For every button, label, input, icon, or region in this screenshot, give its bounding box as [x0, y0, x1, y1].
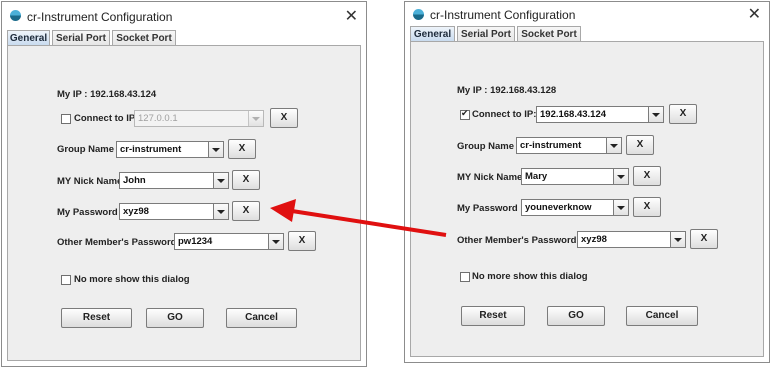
connect-to-ip-checkbox[interactable] — [460, 108, 470, 120]
chevron-down-icon[interactable] — [208, 142, 223, 157]
password-clear-button[interactable]: X — [232, 201, 260, 221]
connect-ip-value: 127.0.0.1 — [138, 113, 178, 124]
tab-socket-port[interactable]: Socket Port — [112, 30, 176, 45]
chevron-down-icon[interactable] — [213, 173, 228, 188]
other-password-clear-button[interactable]: X — [288, 231, 316, 251]
connect-ip-combo[interactable]: 192.168.43.124 — [536, 106, 664, 123]
cancel-button[interactable]: Cancel — [626, 306, 698, 326]
other-password-combo[interactable]: xyz98 — [577, 231, 686, 248]
password-label: My Password : — [457, 203, 524, 214]
chevron-down-icon[interactable] — [213, 204, 228, 219]
window-title: cr-Instrument Configuration — [27, 10, 173, 24]
my-ip-caption: My IP : — [57, 89, 88, 100]
no-more-show-label: No more show this dialog — [74, 274, 190, 285]
tab-serial-port[interactable]: Serial Port — [457, 26, 515, 41]
tab-socket-port[interactable]: Socket Port — [517, 26, 581, 41]
chevron-down-icon[interactable] — [670, 232, 685, 247]
reset-button[interactable]: Reset — [461, 306, 525, 326]
cancel-button[interactable]: Cancel — [226, 308, 297, 328]
app-logo-icon — [10, 10, 21, 21]
password-clear-button[interactable]: X — [633, 197, 661, 217]
password-value: youneverknow — [525, 202, 592, 213]
config-dialog-left: cr-Instrument Configuration ✕ General Se… — [1, 1, 367, 367]
group-name-value: cr-instrument — [520, 140, 582, 151]
connect-to-ip-label: Connect to IP: — [74, 113, 139, 124]
chevron-down-icon[interactable] — [613, 169, 628, 184]
go-button[interactable]: GO — [146, 308, 204, 328]
other-password-value: xyz98 — [581, 234, 607, 245]
connect-to-ip-label: Connect to IP: — [472, 109, 537, 120]
password-label: My Password : — [57, 207, 124, 218]
chevron-down-icon[interactable] — [606, 138, 621, 153]
group-name-label: Group Name : — [57, 144, 120, 155]
other-password-clear-button[interactable]: X — [690, 229, 718, 249]
chevron-down-icon[interactable] — [648, 107, 663, 122]
close-icon[interactable]: ✕ — [748, 4, 761, 24]
nick-name-clear-button[interactable]: X — [633, 166, 661, 186]
app-logo-icon — [413, 9, 424, 20]
my-ip-caption: My IP : — [457, 85, 488, 96]
title-bar: cr-Instrument Configuration ✕ — [2, 2, 366, 30]
go-button[interactable]: GO — [547, 306, 605, 326]
no-more-show-label: No more show this dialog — [472, 271, 588, 282]
nick-name-combo[interactable]: Mary — [521, 168, 629, 185]
group-name-combo[interactable]: cr-instrument — [116, 141, 224, 158]
chevron-down-icon[interactable] — [248, 111, 263, 126]
connect-ip-clear-button[interactable]: X — [669, 104, 697, 124]
group-name-value: cr-instrument — [120, 144, 182, 155]
connect-ip-combo[interactable]: 127.0.0.1 — [134, 110, 264, 127]
tab-general[interactable]: General — [410, 26, 455, 41]
connect-to-ip-checkbox[interactable] — [61, 114, 71, 124]
other-password-combo[interactable]: pw1234 — [174, 233, 284, 250]
nick-name-value: Mary — [525, 171, 548, 182]
group-name-label: Group Name : — [457, 141, 520, 152]
password-value: xyz98 — [123, 206, 149, 217]
group-name-combo[interactable]: cr-instrument — [516, 137, 622, 154]
general-panel: My IP : 192.168.43.124 Connect to IP: 12… — [7, 45, 361, 361]
no-more-show-checkbox[interactable] — [61, 275, 71, 285]
other-password-label: Other Member's Password : — [457, 235, 583, 246]
no-more-show-checkbox[interactable] — [460, 272, 470, 282]
reset-button[interactable]: Reset — [61, 308, 132, 328]
chevron-down-icon[interactable] — [613, 200, 628, 215]
connect-ip-value: 192.168.43.124 — [540, 109, 607, 120]
general-panel: My IP : 192.168.43.128 Connect to IP: 19… — [410, 41, 764, 357]
window-title: cr-Instrument Configuration — [430, 8, 576, 22]
other-password-label: Other Member's Password : — [57, 237, 183, 248]
my-ip-value: 192.168.43.124 — [90, 89, 157, 100]
connect-ip-clear-button[interactable]: X — [270, 108, 298, 128]
nick-name-clear-button[interactable]: X — [232, 170, 260, 190]
tab-general[interactable]: General — [7, 30, 50, 45]
my-ip-label: My IP : 192.168.43.128 — [457, 85, 556, 96]
nick-name-combo[interactable]: John — [119, 172, 229, 189]
close-icon[interactable]: ✕ — [345, 6, 358, 26]
password-combo[interactable]: xyz98 — [119, 203, 229, 220]
group-name-clear-button[interactable]: X — [626, 135, 654, 155]
chevron-down-icon[interactable] — [268, 234, 283, 249]
my-ip-value: 192.168.43.128 — [490, 85, 557, 96]
my-ip-label: My IP : 192.168.43.124 — [57, 89, 156, 100]
other-password-value: pw1234 — [178, 236, 213, 247]
nick-name-value: John — [123, 175, 146, 186]
nick-name-label: MY Nick Name: — [457, 172, 526, 183]
nick-name-label: MY Nick Name: — [57, 176, 126, 187]
group-name-clear-button[interactable]: X — [228, 139, 256, 159]
config-dialog-right: cr-Instrument Configuration ✕ General Se… — [404, 1, 770, 363]
password-combo[interactable]: youneverknow — [521, 199, 629, 216]
tab-serial-port[interactable]: Serial Port — [52, 30, 110, 45]
